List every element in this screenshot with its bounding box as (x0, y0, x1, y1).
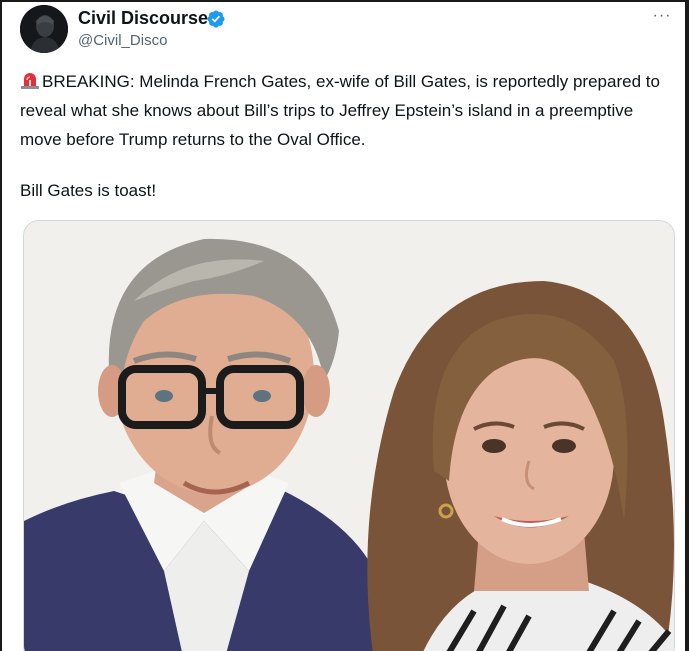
tweet-text-second-paragraph: Bill Gates is toast! (20, 181, 157, 200)
couple-portrait-image (24, 221, 674, 651)
avatar-silhouette-icon (20, 5, 68, 53)
author-avatar[interactable] (20, 5, 68, 53)
more-options-icon[interactable]: ··· (650, 8, 674, 28)
tweet-text: BREAKING: Melinda French Gates, ex-wife … (20, 67, 670, 154)
tweet-photo[interactable] (23, 220, 675, 651)
author-name[interactable]: Civil Discourse (78, 8, 208, 29)
siren-emoji-icon (21, 73, 39, 89)
author-handle[interactable]: @Civil_Disco (78, 32, 167, 49)
tweet-card[interactable]: Civil Discourse @Civil_Disco ··· BREAKIN… (2, 2, 685, 651)
tweet-text-body: BREAKING: Melinda French Gates, ex-wife … (20, 72, 660, 149)
verified-badge-icon (207, 10, 225, 28)
